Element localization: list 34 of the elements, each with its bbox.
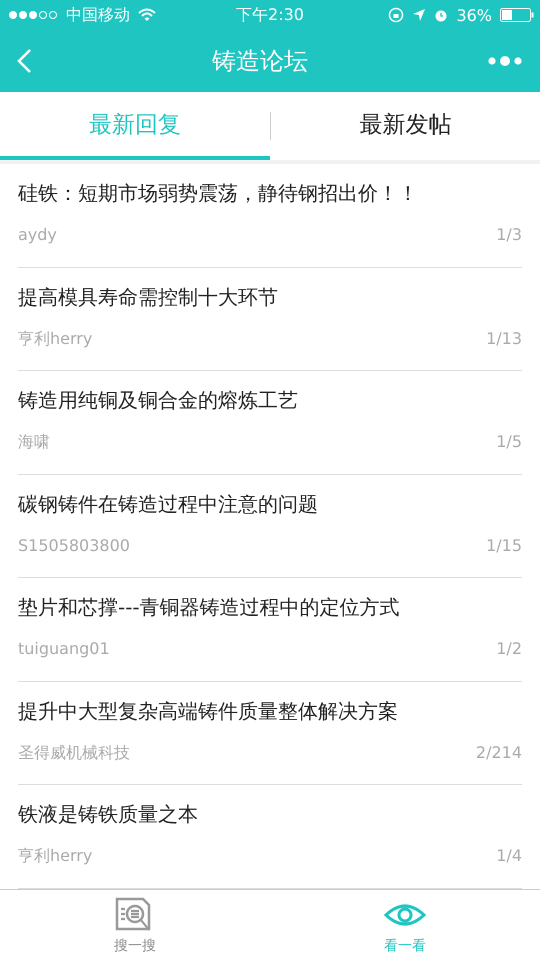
post-title[interactable]: 提升中大型复杂高端铸件质量整体解决方案	[18, 698, 522, 724]
page-count: 1/13	[486, 328, 522, 350]
post-author: 海啸	[18, 432, 50, 453]
post-title[interactable]: 硅铁：短期市场弱势震荡，静待钢招出价！！	[18, 180, 522, 207]
post-author: aydy	[18, 225, 57, 244]
battery-percent: 36%	[456, 6, 492, 24]
post-author: 亨利herry	[18, 328, 92, 350]
page-count: 1/5	[496, 432, 522, 453]
back-icon[interactable]	[16, 48, 32, 74]
rotation-lock-icon	[388, 7, 404, 23]
post-title[interactable]: 提高模具寿命需控制十大环节	[18, 284, 522, 310]
more-icon[interactable]	[488, 55, 522, 67]
page-count: 1/2	[496, 639, 522, 658]
post-title[interactable]: 垫片和芯撑---青铜器铸造过程中的定位方式	[18, 594, 522, 621]
tab[interactable]: 最新发帖	[270, 92, 540, 160]
battery-icon	[500, 8, 534, 22]
post-author: 亨利herry	[18, 846, 92, 867]
status-time: 下午2:30	[236, 4, 304, 26]
page-count: 1/3	[496, 225, 522, 244]
carrier-name: 中国移动	[66, 4, 130, 26]
post-title[interactable]: 铸造用纯铜及铜合金的熔炼工艺	[18, 387, 522, 414]
wifi-icon	[138, 8, 156, 22]
post-author: S1505803800	[18, 536, 130, 554]
post-title[interactable]: 碳钢铸件在铸造过程中注意的问题	[18, 490, 522, 518]
location-icon	[412, 8, 426, 22]
post-title[interactable]: 铁液是铸铁质量之本	[18, 801, 522, 828]
signal-icon	[8, 10, 58, 20]
page-title: 铸造论坛	[212, 46, 308, 77]
page-count: 1/4	[496, 846, 522, 867]
post-author: tuiguang01	[18, 639, 110, 658]
post-author: 圣得威机械科技	[18, 742, 130, 764]
page-count: 1/15	[486, 536, 522, 554]
alarm-icon	[434, 8, 448, 22]
page-count: 2/214	[476, 742, 522, 764]
